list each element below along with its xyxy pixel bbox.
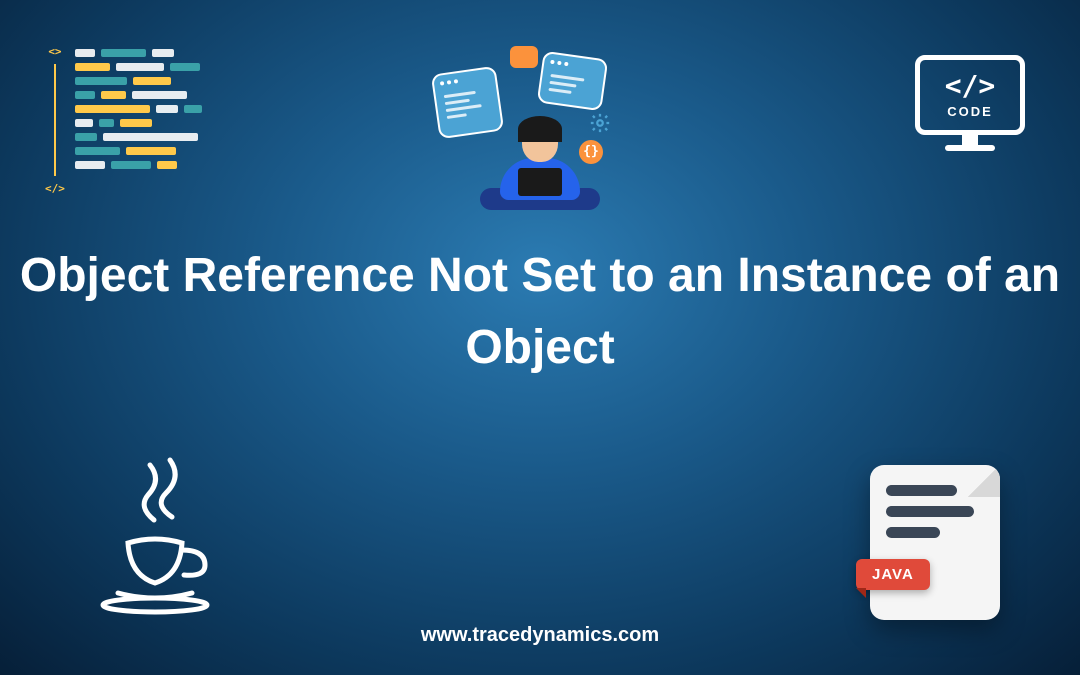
code-monitor-icon: </> CODE <box>910 55 1030 165</box>
monitor-frame: </> CODE <box>915 55 1025 135</box>
person-icon <box>500 122 580 200</box>
java-logo-icon <box>100 455 230 615</box>
monitor-stand <box>962 135 978 145</box>
code-brackets-icon: </> <box>945 72 996 100</box>
developer-illustration: {} <box>435 40 645 200</box>
monitor-label: CODE <box>947 104 993 119</box>
file-line <box>886 506 974 517</box>
code-window-icon <box>431 66 504 139</box>
java-file-icon: JAVA <box>870 465 1000 620</box>
code-gutter: <> </> <box>45 45 65 195</box>
code-snippet-illustration: <> </> <box>45 45 225 195</box>
java-badge: JAVA <box>856 559 930 590</box>
code-lines <box>75 45 202 195</box>
file-line <box>886 485 957 496</box>
laptop-icon <box>518 168 562 196</box>
code-close-tag: </> <box>45 182 65 195</box>
chat-bubble-icon <box>510 46 538 68</box>
gear-icon <box>589 112 611 134</box>
file-line <box>886 527 940 538</box>
gutter-line <box>54 64 56 176</box>
monitor-base <box>945 145 995 151</box>
title-container: Object Reference Not Set to an Instance … <box>0 240 1080 384</box>
code-open-tag: <> <box>48 45 61 58</box>
curly-braces-icon: {} <box>579 140 603 164</box>
page-title: Object Reference Not Set to an Instance … <box>10 240 1070 384</box>
footer-url: www.tracedynamics.com <box>0 624 1080 647</box>
code-window-icon <box>537 51 609 112</box>
